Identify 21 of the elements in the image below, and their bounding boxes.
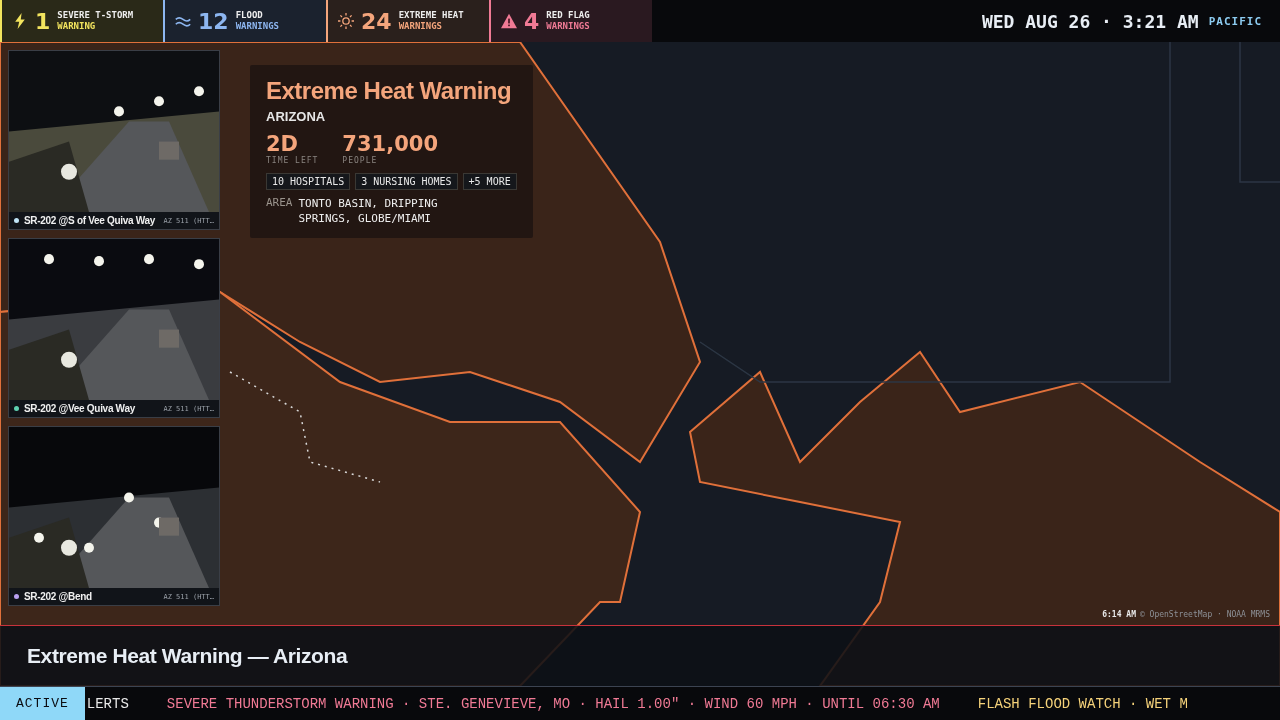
ticker-label: LERTS — [86, 695, 129, 712]
alert-count: 1 — [35, 8, 51, 34]
alert-count: 12 — [198, 8, 229, 34]
alert-category: WARNING — [57, 21, 97, 32]
alert-count: 24 — [361, 8, 392, 34]
alert-category: WARNINGS — [546, 21, 590, 32]
alert-count: 4 — [524, 8, 540, 34]
ticker-item: SEVERE THUNDERSTORM WARNING · STE. GENEVIEVE, MO · HAIL 1.00" · WIND 60 MPH · UNTIL 06:30 AM — [166, 695, 940, 712]
lightning-icon — [12, 13, 28, 29]
ticker-item: FLASH FLOOD WATCH · WET M — [977, 695, 1188, 712]
alert-type: SEVERE T-STORM — [57, 10, 134, 21]
warning-icon — [501, 13, 517, 29]
alert-type: FLOOD — [235, 10, 264, 21]
timezone-label: PACIFIC — [1208, 14, 1262, 28]
date-time: WED AUG 26 · 3:21 AM — [981, 10, 1199, 32]
alert-type: EXTREME HEAT — [398, 10, 464, 21]
sun-icon — [338, 13, 354, 29]
alert-category: WARNINGS — [235, 21, 279, 32]
active-badge: ACTIVE — [0, 687, 85, 720]
alert-type: RED FLAG — [546, 10, 590, 21]
alert-category: WARNINGS — [398, 21, 443, 32]
